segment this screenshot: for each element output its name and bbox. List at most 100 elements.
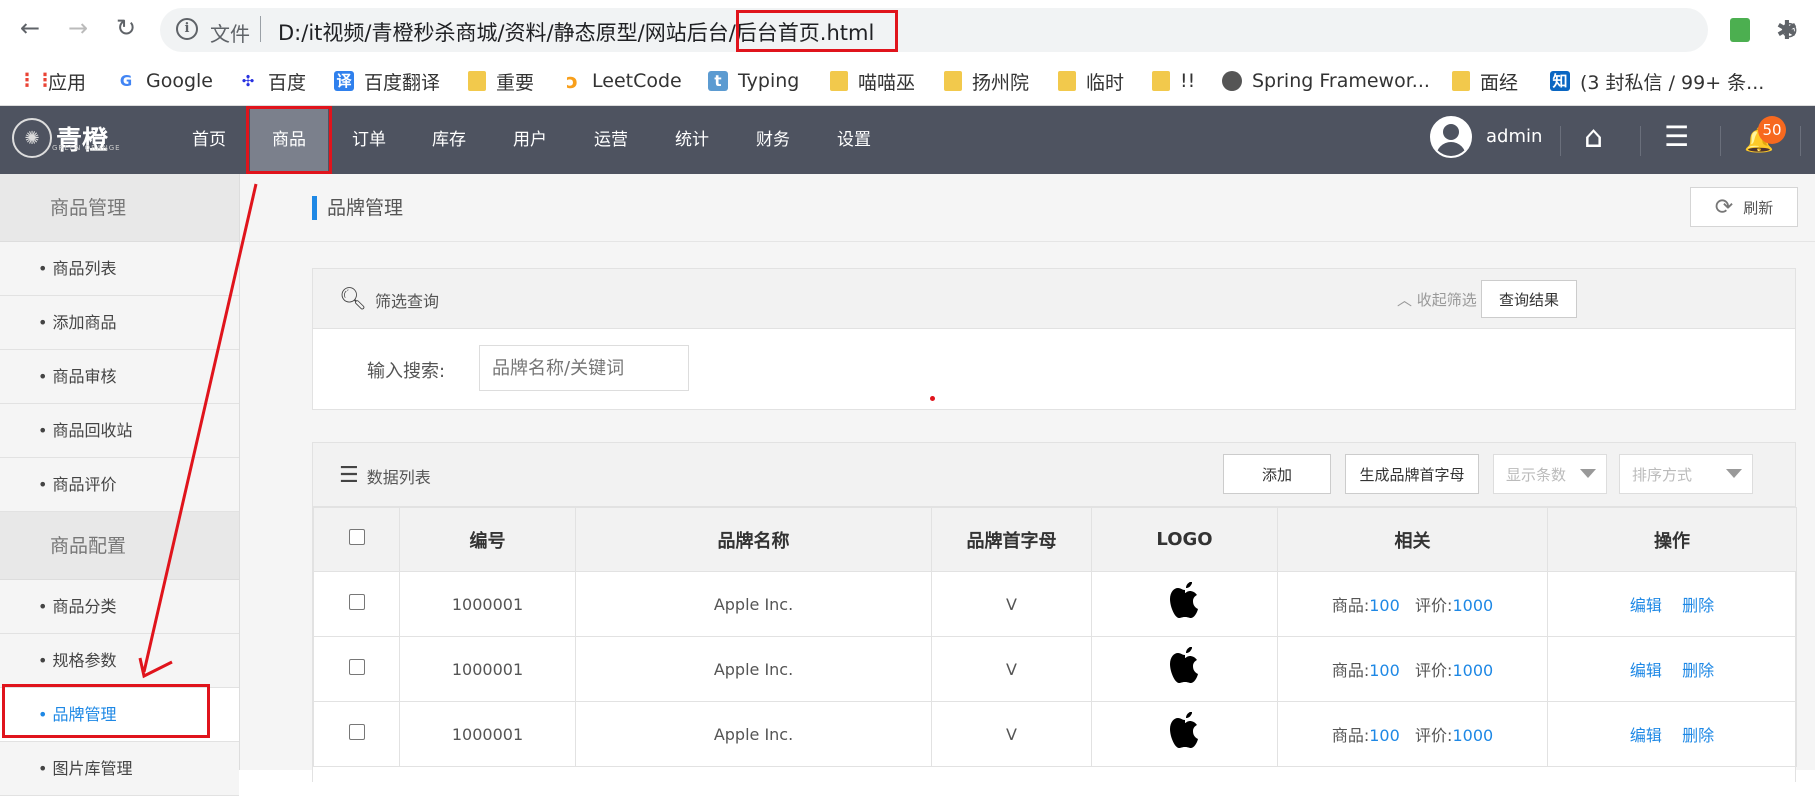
goods-count-link[interactable]: 100 xyxy=(1369,596,1400,615)
bookmark-folder[interactable]: !! xyxy=(1152,68,1195,94)
sidebar-item-spec-params[interactable]: 规格参数 xyxy=(0,634,239,688)
goods-count-link[interactable]: 100 xyxy=(1369,726,1400,745)
edit-link[interactable]: 编辑 xyxy=(1630,661,1662,680)
collapse-filter-link[interactable]: ︿ 收起筛选 xyxy=(1397,289,1477,310)
bookmark-label: 临时 xyxy=(1086,71,1125,94)
related-cell: 商品:100 评价:1000 xyxy=(1277,571,1548,637)
review-count-link[interactable]: 1000 xyxy=(1452,726,1493,745)
page-header: 品牌管理 ⟳ 刷新 xyxy=(240,174,1815,242)
url-annotation-box xyxy=(736,10,898,52)
sidebar-item-image-library[interactable]: 图片库管理 xyxy=(0,742,239,796)
row-select-cell xyxy=(313,701,400,767)
edit-link[interactable]: 编辑 xyxy=(1630,596,1662,615)
sort-select[interactable]: 排序方式 xyxy=(1619,454,1753,494)
nav-settings[interactable]: 设置 xyxy=(827,106,881,174)
row-checkbox[interactable] xyxy=(348,659,365,675)
bookmark-leetcode[interactable]: ↄ LeetCode xyxy=(562,68,682,94)
bookmark-baidu[interactable]: ✣ 百度 xyxy=(238,68,306,94)
bookmark-google[interactable]: G Google xyxy=(116,68,213,94)
sidebar-item-categories[interactable]: 商品分类 xyxy=(0,580,239,634)
nav-inventory[interactable]: 库存 xyxy=(422,106,476,174)
apple-logo-icon xyxy=(1168,581,1202,629)
baidu-icon: ✣ xyxy=(241,72,255,90)
sidebar-item-recycle-bin[interactable]: 商品回收站 xyxy=(0,404,239,458)
folder-icon xyxy=(1152,71,1170,91)
sort-placeholder: 排序方式 xyxy=(1632,466,1693,484)
review-count-link[interactable]: 1000 xyxy=(1452,661,1493,680)
sidebar-item-goods-review[interactable]: 商品审核 xyxy=(0,350,239,404)
bookmark-folder[interactable]: 临时 xyxy=(1058,68,1124,94)
sidebar-group-goods-config[interactable]: 商品配置 xyxy=(0,512,239,580)
brand-table: 编号 品牌名称 品牌首字母 LOGO 相关 操作 1000001 Apple I… xyxy=(313,507,1797,767)
bookmark-folder[interactable]: 扬州院 xyxy=(944,68,1029,94)
info-icon[interactable]: i xyxy=(176,18,198,40)
delete-link[interactable]: 删除 xyxy=(1682,596,1714,615)
row-checkbox[interactable] xyxy=(348,724,365,740)
back-button[interactable]: ← xyxy=(16,14,44,42)
bookmark-folder[interactable]: 喵喵巫 xyxy=(830,68,915,94)
bookmark-folder[interactable]: 重要 xyxy=(468,68,534,94)
home-icon[interactable]: ⌂ xyxy=(1584,120,1603,155)
logo[interactable]: ✺ 青橙 xyxy=(12,118,108,158)
sidebar-group-goods-management[interactable]: 商品管理 xyxy=(0,174,239,242)
add-button[interactable]: 添加 xyxy=(1223,454,1331,494)
extension-icon[interactable] xyxy=(1730,18,1750,42)
sidebar-item-add-goods[interactable]: 添加商品 xyxy=(0,296,239,350)
puzzle-icon[interactable]: ✱ xyxy=(1776,16,1798,46)
bookmark-folder[interactable]: 面经 xyxy=(1452,68,1518,94)
column-header: 编号 xyxy=(399,507,576,572)
bookmark-apps[interactable]: ⋮⋮ 应用 xyxy=(18,68,86,94)
nav-operations[interactable]: 运营 xyxy=(584,106,638,174)
table-row: 1000001 Apple Inc. V 商品:100 评价:1000 编辑 删… xyxy=(313,701,1797,767)
nav-statistics[interactable]: 统计 xyxy=(665,106,719,174)
user-name[interactable]: admin xyxy=(1486,126,1542,147)
bookmark-typing[interactable]: t Typing xyxy=(708,68,799,94)
divider xyxy=(1800,126,1801,156)
file-label: 文件 xyxy=(210,22,250,46)
filter-title-text: 筛选查询 xyxy=(374,291,439,311)
user-avatar-icon[interactable] xyxy=(1430,116,1472,158)
reload-button[interactable]: ↻ xyxy=(112,14,140,42)
table-row: 1000001 Apple Inc. V 商品:100 评价:1000 编辑 删… xyxy=(313,571,1797,637)
goods-label: 商品: xyxy=(1331,596,1370,615)
notification-badge: 50 xyxy=(1758,116,1786,144)
select-all-checkbox[interactable] xyxy=(348,529,365,545)
folder-icon xyxy=(468,71,486,91)
sidebar-item-goods-list[interactable]: 商品列表 xyxy=(0,242,239,296)
page-size-select[interactable]: 显示条数 xyxy=(1493,454,1607,494)
brand-search-input[interactable] xyxy=(479,345,689,391)
apple-logo-icon xyxy=(1168,711,1202,759)
column-header: 品牌名称 xyxy=(575,507,932,572)
caret-down-icon xyxy=(1580,469,1596,478)
generate-initials-button[interactable]: 生成品牌首字母 xyxy=(1345,454,1479,494)
delete-link[interactable]: 删除 xyxy=(1682,726,1714,745)
folder-icon xyxy=(1452,71,1470,91)
bookmark-spring[interactable]: Spring Framewor... xyxy=(1222,68,1430,94)
nav-finance[interactable]: 财务 xyxy=(746,106,800,174)
edit-link[interactable]: 编辑 xyxy=(1630,726,1662,745)
sidebar-item-goods-comments[interactable]: 商品评价 xyxy=(0,458,239,512)
column-header: 品牌首字母 xyxy=(931,507,1092,572)
nav-home[interactable]: 首页 xyxy=(182,106,236,174)
brand-name: Apple Inc. xyxy=(575,571,932,637)
search-icon: 🔍︎ xyxy=(339,287,367,312)
bookmark-zhihu[interactable]: 知 (3 封私信 / 99+ 条... xyxy=(1550,68,1764,94)
forward-button[interactable]: → xyxy=(64,14,92,42)
address-bar[interactable]: i 文件 D:/it视频/青橙秒杀商城/资料/静态原型/网站后台/后台首页.ht… xyxy=(160,8,1798,52)
review-count-link[interactable]: 1000 xyxy=(1452,596,1493,615)
search-label: 输入搜索: xyxy=(367,361,446,382)
goods-count-link[interactable]: 100 xyxy=(1369,661,1400,680)
refresh-button[interactable]: ⟳ 刷新 xyxy=(1690,187,1798,227)
query-results-button[interactable]: 查询结果 xyxy=(1481,280,1577,318)
nav-users[interactable]: 用户 xyxy=(503,106,557,174)
select-all-cell xyxy=(313,507,400,572)
main-content: 品牌管理 ⟳ 刷新 🔍︎ 筛选查询 ︿ 收起筛选 查询结果 输入搜索: ☰ 数据… xyxy=(240,174,1815,782)
nav-orders[interactable]: 订单 xyxy=(342,106,396,174)
row-checkbox[interactable] xyxy=(348,594,365,610)
delete-link[interactable]: 删除 xyxy=(1682,661,1714,680)
actions-cell: 编辑 删除 xyxy=(1547,571,1797,637)
bookmark-translate[interactable]: 译 百度翻译 xyxy=(334,68,440,94)
bookmark-label: 扬州院 xyxy=(972,71,1030,94)
menu-icon[interactable]: ☰ xyxy=(1664,120,1689,153)
goods-label: 商品: xyxy=(1331,661,1370,680)
